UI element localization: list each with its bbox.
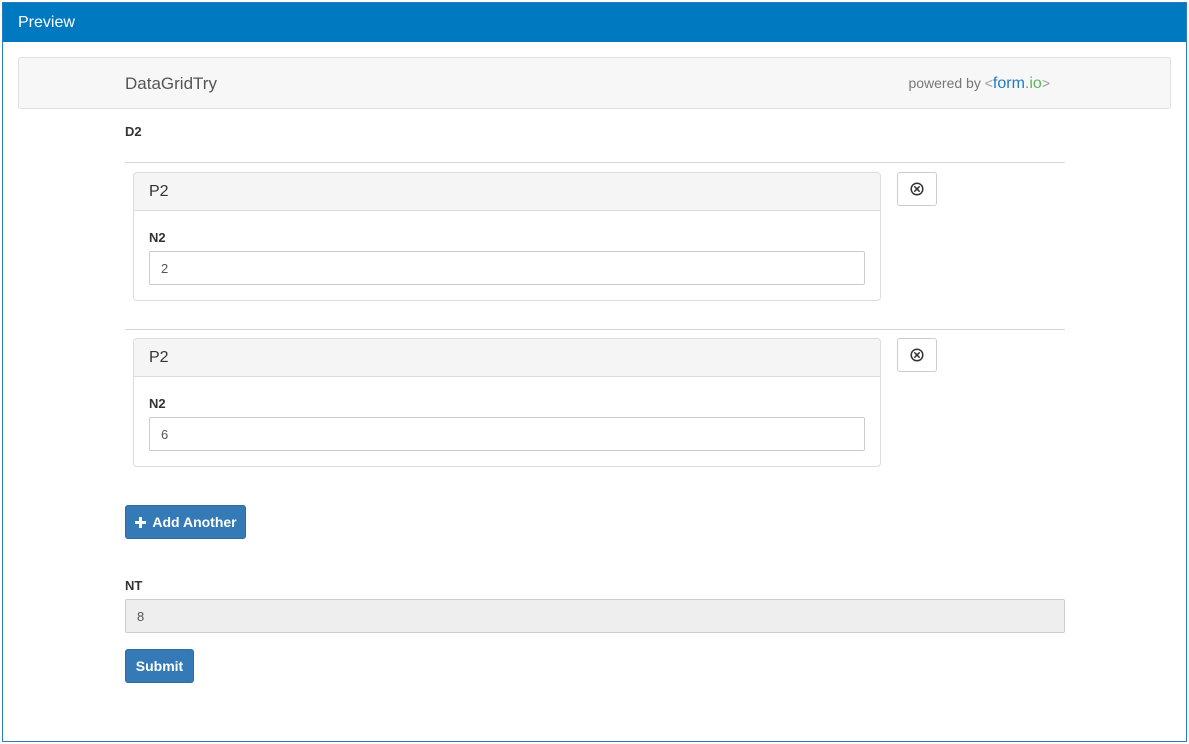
datagrid-row-panel: P2 N2 [133, 338, 881, 467]
n2-input[interactable] [149, 251, 865, 285]
datagrid-label: D2 [125, 124, 142, 139]
window-title: Preview [18, 14, 75, 31]
add-another-button[interactable]: Add Another [125, 505, 246, 539]
panel-title: P2 [134, 173, 880, 211]
preview-window: Preview DataGridTry powered by <form.io>… [2, 2, 1187, 742]
powered-by-text: powered by [908, 75, 985, 91]
form-title: DataGridTry [125, 74, 217, 93]
datagrid-row-panel: P2 N2 [133, 172, 881, 301]
submit-button[interactable]: Submit [125, 649, 194, 683]
datagrid-row-divider [125, 329, 1065, 330]
n2-label: N2 [149, 396, 166, 411]
brand-io: .io [1024, 75, 1042, 92]
brand-close-bracket: > [1041, 75, 1050, 91]
remove-row-button[interactable] [897, 172, 937, 206]
close-circle-icon [910, 348, 924, 362]
window-titlebar: Preview [3, 3, 1186, 42]
datagrid-row-divider [125, 162, 1065, 163]
brand-open-bracket: < [984, 75, 993, 91]
nt-input [125, 599, 1065, 633]
nt-label: NT [125, 578, 143, 593]
remove-row-button[interactable] [897, 338, 937, 372]
brand-form: form [992, 75, 1025, 92]
n2-label: N2 [149, 230, 166, 245]
plus-icon [135, 516, 147, 528]
close-circle-icon [910, 182, 924, 196]
panel-title: P2 [134, 339, 880, 377]
add-another-label: Add Another [152, 514, 237, 530]
powered-by-logo[interactable]: powered by <form.io> [908, 75, 1050, 93]
n2-input[interactable] [149, 417, 865, 451]
form-header: DataGridTry powered by <form.io> [18, 57, 1171, 109]
